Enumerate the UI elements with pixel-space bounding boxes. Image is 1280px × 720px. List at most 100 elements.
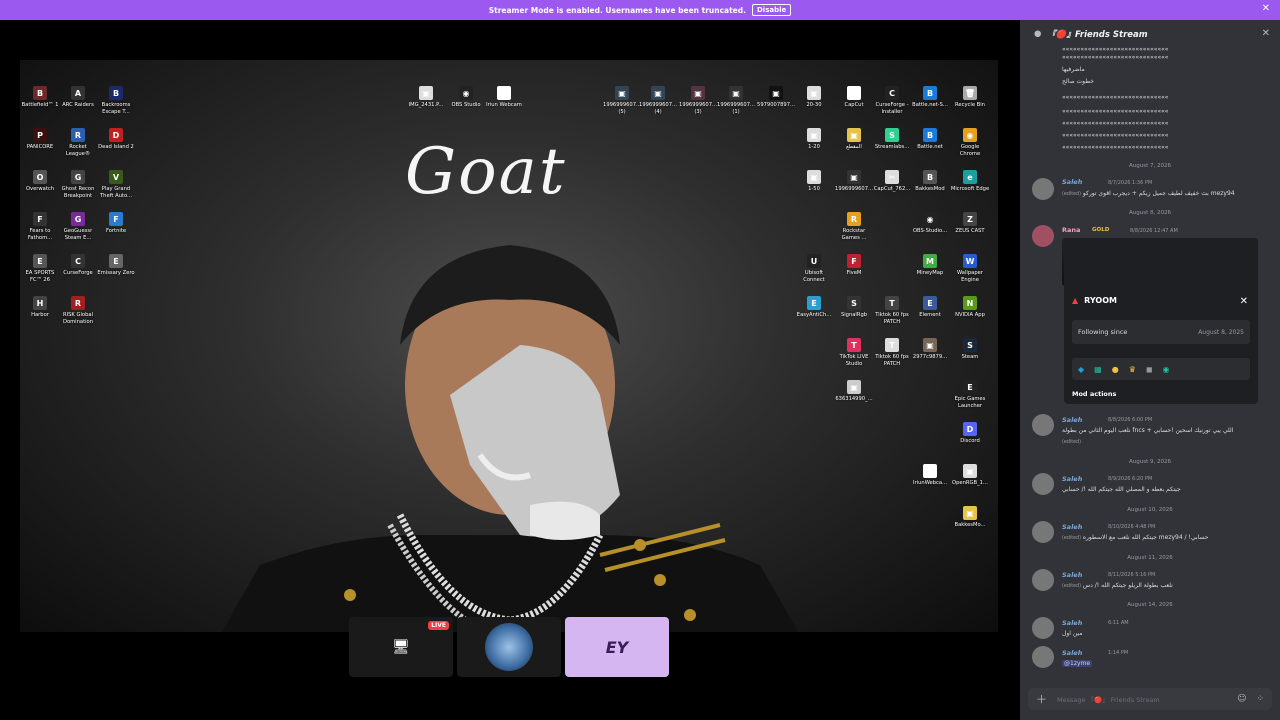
close-panel-icon[interactable]: ✕ [1262, 28, 1270, 39]
desktop-icon[interactable]: ▣ 636314990_... [834, 380, 874, 403]
desktop-icon[interactable]: R Rockstar Games ... [834, 212, 874, 241]
desktop-icon[interactable]: ▣ 5979007897... [756, 86, 796, 109]
username[interactable]: Saleh [1062, 571, 1082, 579]
desktop-icon[interactable]: S Streamlabs... [872, 128, 912, 151]
desktop-icon[interactable]: T Tiktok 60 fps PATCH [872, 296, 912, 325]
avatar[interactable] [1032, 414, 1054, 436]
desktop-icon[interactable]: ◉ OBS Studio [446, 86, 486, 109]
desktop-icon[interactable]: A ARC Raiders [58, 86, 98, 109]
desktop-icon[interactable]: F FiveM [834, 254, 874, 277]
desktop-icon[interactable]: ◉ OBS-Studio... [910, 212, 950, 235]
avatar[interactable] [1032, 225, 1054, 247]
mod-actions-label[interactable]: Mod actions [1072, 390, 1116, 398]
desktop-icon[interactable]: ▣ 1-50 [794, 170, 834, 193]
avatar[interactable] [1032, 617, 1054, 639]
desktop-icon[interactable]: E Epic Games Launcher [950, 380, 990, 409]
desktop-icon[interactable]: e Microsoft Edge [950, 170, 990, 193]
desktop-icon[interactable]: T Tiktok 60 fps PATCH [872, 338, 912, 367]
username[interactable]: Saleh [1062, 619, 1082, 627]
desktop-icon[interactable]: S Steam [950, 338, 990, 361]
close-icon[interactable]: ✕ [1262, 3, 1270, 14]
stream-thumbnail-logo[interactable]: EY [565, 617, 669, 677]
desktop-icon[interactable]: F Fortnite [96, 212, 136, 235]
app-icon: F [109, 212, 123, 226]
disable-streamer-mode-button[interactable]: Disable [752, 4, 792, 16]
desktop-icon[interactable]: ✂ CapCut [834, 86, 874, 109]
desktop-icon[interactable]: ▣ 1-20 [794, 128, 834, 151]
desktop-icon[interactable]: P PANICORE [20, 128, 60, 151]
message-text: جيتكم بعطه و المصلي الله جيتكم الله !/ ح… [1062, 486, 1181, 493]
desktop-icon[interactable]: B BakkesMod [910, 170, 950, 193]
desktop-icon[interactable]: B Battle.net [910, 128, 950, 151]
apps-icon[interactable]: ⁘ [1256, 694, 1264, 704]
desktop-icon[interactable]: F Fears to Fathom... [20, 212, 60, 241]
desktop-icon[interactable]: ▣ 1996999607... (5) [602, 86, 642, 115]
desktop-icon[interactable]: R Rocket League® [58, 128, 98, 157]
desktop-icon[interactable]: B Battle.net-S... [910, 86, 950, 109]
emoji-icon[interactable]: ☺ [1237, 694, 1246, 704]
desktop-icon[interactable]: ▣ 1996999607... (1) [716, 86, 756, 115]
username[interactable]: Saleh [1062, 178, 1082, 186]
desktop-icon[interactable]: D Dead Island 2 [96, 128, 136, 151]
desktop-icon[interactable]: V Play Grand Theft Auto... [96, 170, 136, 199]
username[interactable]: Saleh [1062, 475, 1082, 483]
desktop-icon[interactable]: E Emissary Zero [96, 254, 136, 277]
desktop-icon[interactable]: O Overwatch [20, 170, 60, 193]
close-card-icon[interactable]: ✕ [1240, 296, 1248, 307]
stream-thumbnail-user[interactable] [457, 617, 561, 677]
desktop-icon[interactable]: M MineyMap [910, 254, 950, 277]
mention[interactable]: @1zyme [1062, 660, 1093, 667]
desktop-icon-label: Wallpaper Engine [957, 270, 983, 283]
desktop-icon[interactable]: ▣ 1996999607... (3) [678, 86, 718, 115]
username[interactable]: Rana [1062, 226, 1080, 234]
desktop-icon[interactable]: E EA SPORTS FC™ 26 [20, 254, 60, 283]
plus-icon[interactable]: ＋ [1036, 691, 1047, 707]
avatar[interactable] [1032, 473, 1054, 495]
desktop-icon[interactable]: S SignalRgb [834, 296, 874, 319]
desktop-icon[interactable]: ◉ Google Chrome [950, 128, 990, 157]
desktop-icon[interactable]: C CurseForge [58, 254, 98, 277]
username[interactable]: Saleh [1062, 416, 1082, 424]
desktop-icon[interactable]: C CurseForge - Installer [872, 86, 912, 115]
desktop-icon[interactable]: ▣ OpenRGB_1... [950, 464, 990, 487]
message-input[interactable]: Message 『🔴』 Friends Stream [1057, 694, 1227, 704]
desktop-icon[interactable]: D Discord [950, 422, 990, 445]
desktop-icon[interactable]: ◎ Iriun Webcam [484, 86, 524, 109]
app-icon: U [807, 254, 821, 268]
desktop-icon[interactable]: ◎ IriunWebca... [910, 464, 950, 487]
desktop-icon-label: NVIDIA App [955, 312, 985, 318]
desktop-icon[interactable]: ▣ 1996999607... [834, 170, 874, 193]
desktop-icon[interactable]: ✂ CapCut_762... [872, 170, 912, 193]
desktop-icon[interactable]: ▣ 20-30 [794, 86, 834, 109]
desktop-icon[interactable]: Z ZEUS CAST [950, 212, 990, 235]
spam-line: ««««««««««««««««««««««««««««« [1062, 144, 1169, 151]
avatar[interactable] [1032, 178, 1054, 200]
desktop-icon[interactable]: B Backrooms Escape T... [96, 86, 136, 115]
desktop-icon[interactable]: G Ghost Recon Breakpoint [58, 170, 98, 199]
desktop-icon[interactable]: ▣ 1996999607... (4) [638, 86, 678, 115]
desktop-icon[interactable]: 🗑 Recycle Bin [950, 86, 990, 109]
desktop-icon[interactable]: ▣ BakkesMo... [950, 506, 990, 529]
stream-thumbnail-screen[interactable]: 🖥 LIVE [349, 617, 453, 677]
desktop-icon[interactable]: G GeoGuessr Steam E... [58, 212, 98, 241]
chat-text: ماضرفيها [1062, 66, 1085, 73]
desktop-icon[interactable]: H Harbor [20, 296, 60, 319]
message-composer[interactable]: ＋ Message 『🔴』 Friends Stream ☺ ⁘ [1028, 688, 1272, 710]
desktop-icon[interactable]: U Ubisoft Connect [794, 254, 834, 283]
desktop-icon[interactable]: R RISK Global Domination [58, 296, 98, 325]
desktop-icon[interactable]: E EasyAntiCh... [794, 296, 834, 319]
desktop-icon[interactable]: B Battlefield™ 1 [20, 86, 60, 109]
avatar[interactable] [1032, 569, 1054, 591]
desktop-icon[interactable]: W Wallpaper Engine [950, 254, 990, 283]
username[interactable]: Saleh [1062, 523, 1082, 531]
desktop-icon[interactable]: ▣ المقطع [834, 128, 874, 151]
desktop-icon[interactable]: ▣ IMG_2431.P... [406, 86, 446, 109]
avatar[interactable] [1032, 646, 1054, 668]
desktop-icon[interactable]: T TikTok LIVE Studio [834, 338, 874, 367]
desktop-icon[interactable]: E Element [910, 296, 950, 319]
shared-desktop[interactable]: Goat B Battlefield™ 1 A ARC Raiders B Backroo… [20, 60, 998, 632]
desktop-icon[interactable]: N NVIDIA App [950, 296, 990, 319]
username[interactable]: Saleh [1062, 649, 1082, 657]
desktop-icon[interactable]: ▣ 2977c9879... [910, 338, 950, 361]
avatar[interactable] [1032, 521, 1054, 543]
